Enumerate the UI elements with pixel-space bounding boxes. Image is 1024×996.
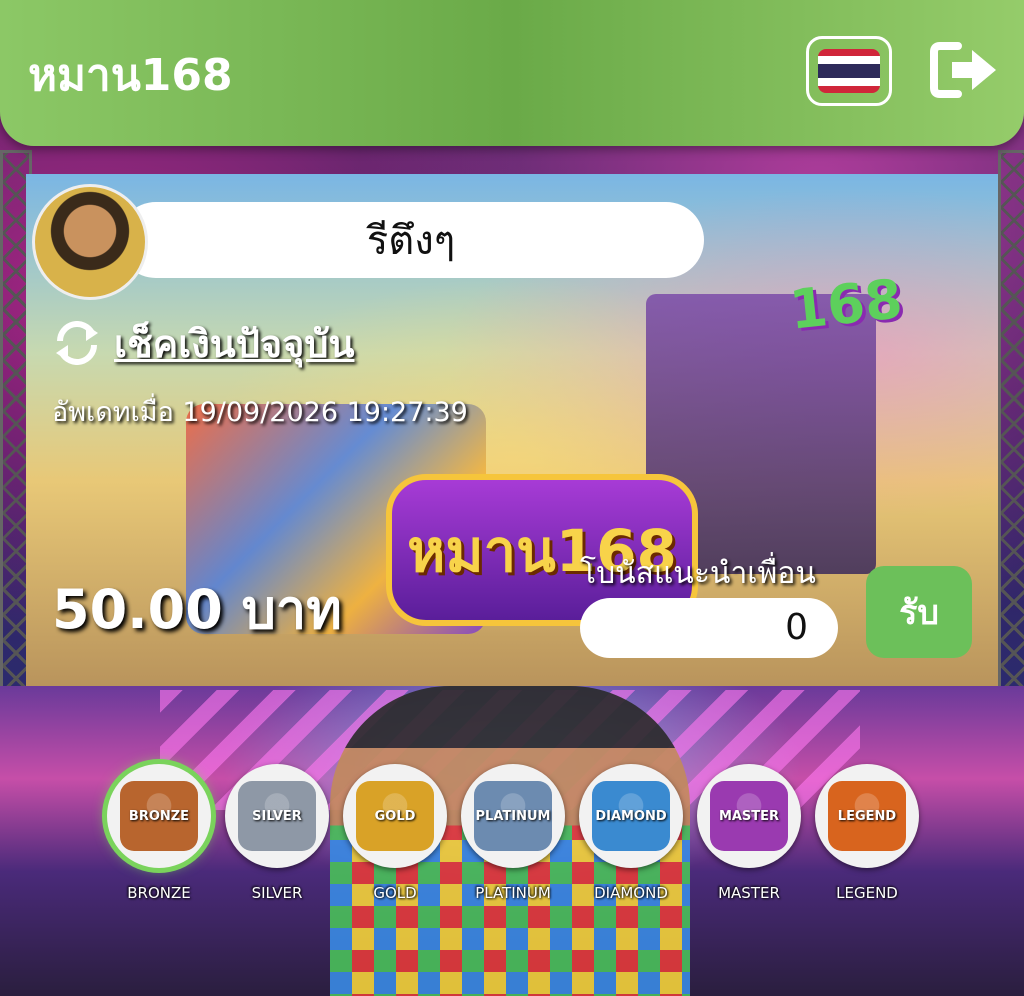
refresh-icon	[56, 321, 98, 365]
membership-tiers: BRONZE BRONZE SILVER SILVER GOLD GOLD PL…	[104, 764, 924, 914]
tier-badge: MASTER	[697, 764, 801, 868]
tier-badge: LEGEND	[815, 764, 919, 868]
bronze-emblem-icon: BRONZE	[120, 781, 198, 851]
tier-label: DIAMOND	[594, 884, 668, 902]
tier-label: LEGEND	[836, 884, 898, 902]
tier-master[interactable]: MASTER MASTER	[694, 764, 804, 902]
silver-emblem-icon: SILVER	[238, 781, 316, 851]
username-display: รีตึงๆ	[118, 202, 704, 278]
thailand-flag-icon	[818, 49, 880, 93]
refresh-balance-link[interactable]: เช็คเงินปัจจุบัน	[52, 318, 354, 368]
tier-badge: PLATINUM	[461, 764, 565, 868]
referral-bonus-value: 0	[580, 598, 838, 658]
tier-bronze[interactable]: BRONZE BRONZE	[104, 764, 214, 902]
stage-truss-right	[998, 150, 1024, 696]
tier-badge: SILVER	[225, 764, 329, 868]
last-updated-text: อัพเดทเมื่อ 19/09/2026 19:27:39	[52, 397, 468, 428]
tier-label: BRONZE	[127, 884, 191, 902]
language-switch-button[interactable]	[806, 36, 892, 106]
brand-title: หมาน168	[28, 50, 233, 101]
festival-logo: 168	[786, 266, 906, 342]
refresh-balance-label: เช็คเงินปัจจุบัน	[114, 321, 355, 366]
tier-silver[interactable]: SILVER SILVER	[222, 764, 332, 902]
tier-legend[interactable]: LEGEND LEGEND	[812, 764, 922, 902]
referral-bonus-label: โบนัสแนะนำเพื่อน	[580, 556, 816, 591]
tier-badge: DIAMOND	[579, 764, 683, 868]
tier-gold[interactable]: GOLD GOLD	[340, 764, 450, 902]
tier-label: SILVER	[251, 884, 303, 902]
legend-emblem-icon: LEGEND	[828, 781, 906, 851]
tier-badge: GOLD	[343, 764, 447, 868]
tier-label: MASTER	[718, 884, 780, 902]
diamond-emblem-icon: DIAMOND	[592, 781, 670, 851]
tier-badge: BRONZE	[107, 764, 211, 868]
avatar	[32, 184, 148, 300]
tier-diamond[interactable]: DIAMOND DIAMOND	[576, 764, 686, 902]
master-emblem-icon: MASTER	[710, 781, 788, 851]
platinum-emblem-icon: PLATINUM	[474, 781, 552, 851]
tier-label: PLATINUM	[475, 884, 551, 902]
claim-bonus-button[interactable]: รับ	[866, 566, 972, 658]
tier-label: GOLD	[373, 884, 417, 902]
balance-amount: 50.00 บาท	[52, 578, 342, 641]
gold-emblem-icon: GOLD	[356, 781, 434, 851]
top-bar: หมาน168	[0, 0, 1024, 146]
tier-platinum[interactable]: PLATINUM PLATINUM	[458, 764, 568, 902]
logout-button[interactable]	[930, 40, 1000, 100]
logout-icon	[930, 42, 996, 98]
